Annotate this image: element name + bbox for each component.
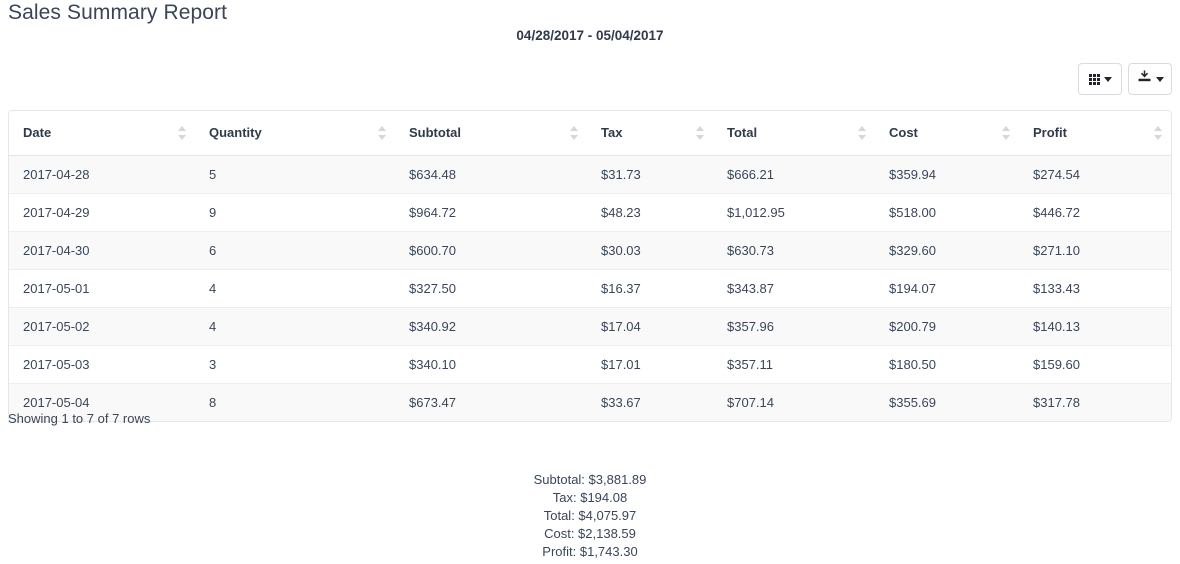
table-toolbar — [1078, 63, 1172, 95]
cell-total: $1,012.95 — [713, 192, 875, 231]
cell-cost: $200.79 — [875, 306, 1019, 345]
columns-toggle-button[interactable] — [1078, 63, 1122, 95]
report-table: Date Quantity Subtotal Tax Total Cost Pr… — [9, 111, 1171, 421]
cell-tax: $48.23 — [587, 192, 713, 231]
cell-cost: $359.94 — [875, 155, 1019, 193]
summary-subtotal: Subtotal: $3,881.89 — [533, 472, 647, 487]
cell-cost: $194.07 — [875, 268, 1019, 307]
column-header-label: Date — [23, 125, 52, 141]
cell-cost: $329.60 — [875, 230, 1019, 269]
cell-tax: $17.01 — [587, 344, 713, 383]
cell-tax: $17.04 — [587, 306, 713, 345]
column-header-total[interactable]: Total — [713, 111, 875, 156]
report-table-container: Date Quantity Subtotal Tax Total Cost Pr… — [8, 110, 1172, 422]
table-row[interactable]: 2017-04-29 9 $964.72 $48.23 $1,012.95 $5… — [9, 192, 1171, 231]
cell-quantity: 4 — [195, 306, 395, 345]
summary-profit: Profit: $1,743.30 — [542, 544, 638, 559]
cell-quantity: 6 — [195, 230, 395, 269]
cell-total: $630.73 — [713, 230, 875, 269]
cell-quantity: 8 — [195, 382, 395, 421]
cell-tax: $33.67 — [587, 382, 713, 421]
cell-date: 2017-05-01 — [9, 268, 195, 307]
sort-icon[interactable] — [178, 125, 186, 140]
cell-date: 2017-04-29 — [9, 192, 195, 231]
export-button[interactable] — [1128, 63, 1172, 95]
table-header-row: Date Quantity Subtotal Tax Total Cost Pr… — [9, 111, 1171, 156]
date-range-label: 04/28/2017 - 05/04/2017 — [516, 28, 664, 43]
column-header-label: Cost — [889, 125, 918, 141]
chevron-down-icon — [1155, 76, 1164, 82]
cell-tax: $16.37 — [587, 268, 713, 307]
cell-total: $343.87 — [713, 268, 875, 307]
cell-date: 2017-04-28 — [9, 155, 195, 193]
cell-quantity: 9 — [195, 192, 395, 231]
cell-subtotal: $964.72 — [395, 192, 587, 231]
column-header-label: Total — [727, 125, 758, 141]
table-row[interactable]: 2017-04-28 5 $634.48 $31.73 $666.21 $359… — [9, 155, 1171, 193]
cell-profit: $446.72 — [1019, 192, 1171, 231]
summary-total: Total: $4,075.97 — [543, 508, 637, 523]
cell-tax: $31.73 — [587, 155, 713, 193]
cell-subtotal: $340.10 — [395, 344, 587, 383]
cell-profit: $317.78 — [1019, 382, 1171, 421]
table-body: 2017-04-28 5 $634.48 $31.73 $666.21 $359… — [9, 155, 1171, 421]
cell-total: $357.11 — [713, 344, 875, 383]
cell-quantity: 5 — [195, 155, 395, 193]
column-header-quantity[interactable]: Quantity — [195, 111, 395, 156]
sales-summary-report-page: Sales Summary Report 04/28/2017 - 05/04/… — [0, 0, 1180, 564]
sort-icon[interactable] — [570, 125, 578, 140]
cell-subtotal: $673.47 — [395, 382, 587, 421]
column-header-profit[interactable]: Profit — [1019, 111, 1171, 156]
column-header-label: Profit — [1033, 125, 1067, 141]
chevron-down-icon — [1103, 76, 1112, 82]
table-row[interactable]: 2017-04-30 6 $600.70 $30.03 $630.73 $329… — [9, 230, 1171, 269]
table-row[interactable]: 2017-05-01 4 $327.50 $16.37 $343.87 $194… — [9, 268, 1171, 307]
cell-profit: $140.13 — [1019, 306, 1171, 345]
cell-tax: $30.03 — [587, 230, 713, 269]
sort-icon[interactable] — [858, 125, 866, 140]
cell-cost: $355.69 — [875, 382, 1019, 421]
cell-profit: $271.10 — [1019, 230, 1171, 269]
cell-profit: $133.43 — [1019, 268, 1171, 307]
column-header-date[interactable]: Date — [9, 111, 195, 156]
sort-icon[interactable] — [1154, 125, 1162, 140]
page-title: Sales Summary Report — [8, 1, 228, 24]
cell-quantity: 4 — [195, 268, 395, 307]
sort-icon[interactable] — [1002, 125, 1010, 140]
cell-subtotal: $340.92 — [395, 306, 587, 345]
cell-total: $666.21 — [713, 155, 875, 193]
summary-tax: Tax: $194.08 — [552, 490, 628, 505]
table-header: Date Quantity Subtotal Tax Total Cost Pr… — [9, 111, 1171, 156]
cell-cost: $180.50 — [875, 344, 1019, 383]
cell-total: $357.96 — [713, 306, 875, 345]
cell-date: 2017-05-02 — [9, 306, 195, 345]
cell-subtotal: $600.70 — [395, 230, 587, 269]
column-header-subtotal[interactable]: Subtotal — [395, 111, 587, 156]
grid-icon — [1088, 73, 1100, 85]
cell-total: $707.14 — [713, 382, 875, 421]
cell-quantity: 3 — [195, 344, 395, 383]
cell-profit: $274.54 — [1019, 155, 1171, 193]
export-icon — [1137, 69, 1152, 89]
column-header-label: Quantity — [209, 125, 262, 141]
cell-date: 2017-04-30 — [9, 230, 195, 269]
cell-profit: $159.60 — [1019, 344, 1171, 383]
cell-cost: $518.00 — [875, 192, 1019, 231]
table-row[interactable]: 2017-05-03 3 $340.10 $17.01 $357.11 $180… — [9, 344, 1171, 383]
sort-icon[interactable] — [696, 125, 704, 140]
column-header-cost[interactable]: Cost — [875, 111, 1019, 156]
pagination-info: Showing 1 to 7 of 7 rows — [8, 411, 151, 426]
totals-summary: Subtotal: $3,881.89 Tax: $194.08 Total: … — [0, 471, 1180, 561]
summary-cost: Cost: $2,138.59 — [544, 526, 636, 541]
table-row[interactable]: 2017-05-04 8 $673.47 $33.67 $707.14 $355… — [9, 382, 1171, 421]
cell-subtotal: $327.50 — [395, 268, 587, 307]
column-header-tax[interactable]: Tax — [587, 111, 713, 156]
column-header-label: Subtotal — [409, 125, 461, 141]
sort-icon[interactable] — [378, 125, 386, 140]
cell-subtotal: $634.48 — [395, 155, 587, 193]
table-row[interactable]: 2017-05-02 4 $340.92 $17.04 $357.96 $200… — [9, 306, 1171, 345]
cell-date: 2017-05-03 — [9, 344, 195, 383]
column-header-label: Tax — [601, 125, 623, 141]
